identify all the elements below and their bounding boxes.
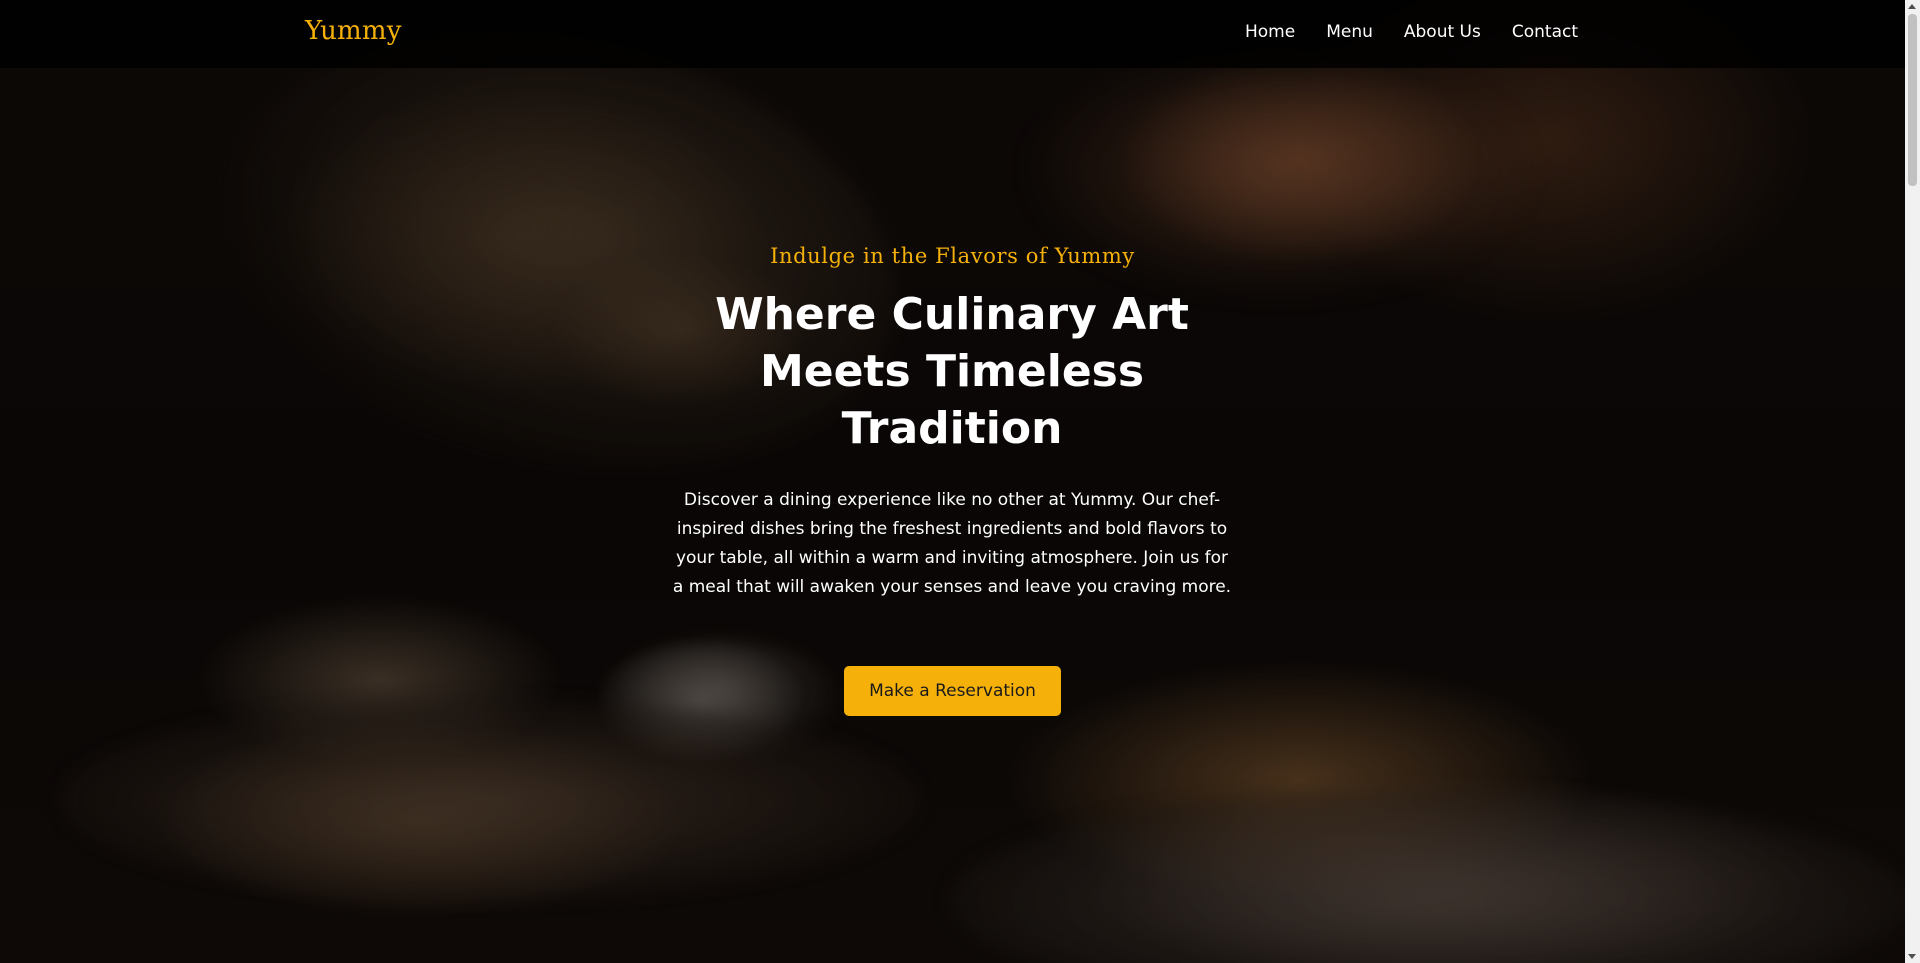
brand-logo[interactable]: Yummy bbox=[305, 16, 402, 46]
make-reservation-button[interactable]: Make a Reservation bbox=[844, 666, 1061, 716]
nav-link-home[interactable]: Home bbox=[1245, 22, 1295, 42]
hero-description: Discover a dining experience like no oth… bbox=[672, 490, 1232, 597]
scroll-down-arrow-icon[interactable] bbox=[1908, 954, 1916, 959]
nav-link-contact[interactable]: Contact bbox=[1512, 22, 1578, 42]
nav-link-about-us[interactable]: About Us bbox=[1404, 22, 1481, 42]
nav-link-menu[interactable]: Menu bbox=[1326, 22, 1373, 42]
nav-links: Home Menu About Us Contact bbox=[1245, 22, 1578, 42]
navbar: Yummy Home Menu About Us Contact bbox=[0, 0, 1905, 68]
hero-tagline: Indulge in the Flavors of Yummy bbox=[770, 244, 1135, 268]
hero-headline: Where Culinary Art Meets Timeless Tradit… bbox=[715, 289, 1189, 454]
scroll-thumb[interactable] bbox=[1908, 14, 1917, 186]
hero-section: Indulge in the Flavors of Yummy Where Cu… bbox=[0, 0, 1905, 963]
scroll-up-arrow-icon[interactable] bbox=[1908, 4, 1916, 9]
page-scrollbar[interactable] bbox=[1905, 0, 1920, 963]
